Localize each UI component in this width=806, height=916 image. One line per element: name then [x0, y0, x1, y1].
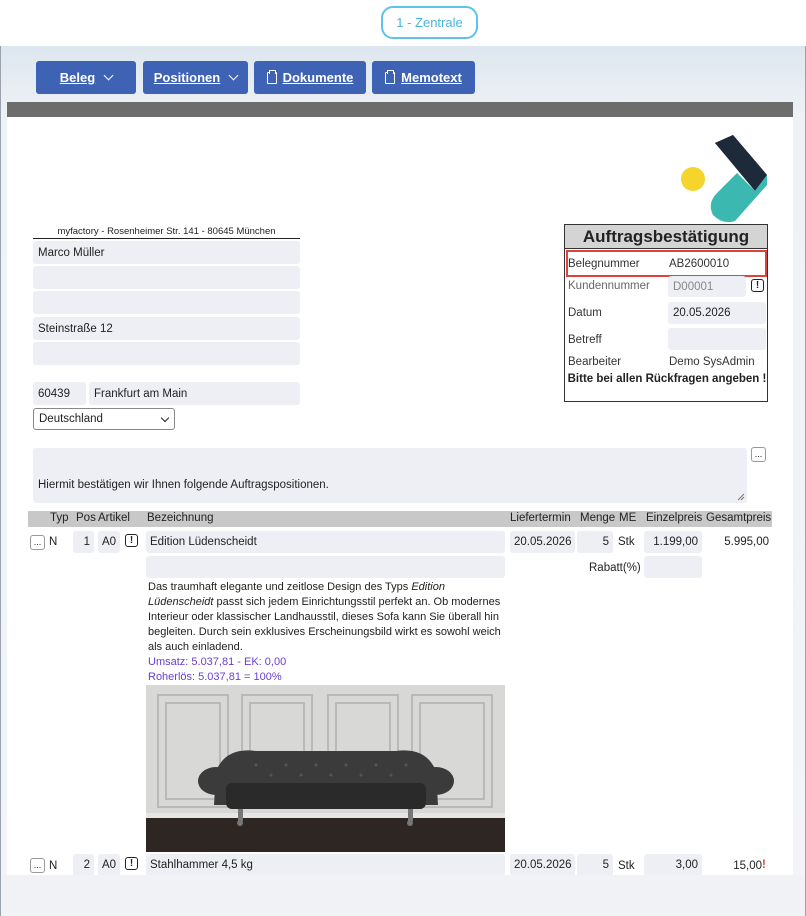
memotext-label: Memotext: [401, 70, 462, 85]
address-line2-field[interactable]: [33, 266, 300, 289]
rohertrag-info: Roherlös: 5.037,81 = 100%: [148, 671, 282, 683]
dokumente-button[interactable]: Dokumente: [254, 61, 366, 94]
memotext-button[interactable]: Memotext: [372, 61, 475, 94]
col-artikel: Artikel: [98, 512, 130, 524]
datum-field[interactable]: 20.05.2026: [668, 302, 766, 324]
row-bezeichnung-field[interactable]: Stahlhammer 4,5 kg: [146, 854, 505, 875]
chevron-down-icon: [103, 70, 114, 81]
row-gesamtpreis: 5.995,00: [724, 536, 769, 548]
row-menge-field[interactable]: 5: [577, 854, 613, 875]
row-me: Stk: [618, 536, 635, 548]
row-artikel-field[interactable]: A0: [98, 854, 120, 875]
row-gesamtpreis: 15,00: [733, 860, 762, 872]
col-bezeichnung: Bezeichnung: [147, 512, 214, 524]
row-zusatz-field[interactable]: [146, 556, 505, 578]
intro-textarea[interactable]: Hiermit bestätigen wir Ihnen folgende Au…: [33, 448, 747, 503]
row-menge-field[interactable]: 5: [577, 531, 613, 553]
document-type-title: Auftragsbestätigung: [565, 225, 767, 249]
col-gesamtpreis: Gesamtpreis: [706, 512, 772, 524]
row-pos-field[interactable]: 2: [73, 854, 94, 875]
country-value: Deutschland: [39, 413, 103, 425]
col-liefertermin: Liefertermin: [510, 512, 571, 524]
desc-text: Das traumhaft elegante und zeitlose Desi…: [148, 581, 412, 593]
address-line3-field[interactable]: [33, 291, 300, 314]
more-options-button[interactable]: ...: [751, 447, 766, 462]
row-artikel-field[interactable]: A0: [98, 531, 120, 553]
row-pos-field[interactable]: 1: [73, 531, 94, 553]
beleg-menu-button[interactable]: Beleg: [36, 61, 136, 94]
document-page: myfactory - Rosenheimer Str. 141 - 80645…: [7, 117, 793, 875]
datum-label: Datum: [568, 307, 602, 319]
clipboard-icon: [266, 69, 277, 84]
sender-line: myfactory - Rosenheimer Str. 141 - 80645…: [33, 226, 300, 239]
col-menge: Menge: [580, 512, 616, 524]
address-line5-field[interactable]: [33, 342, 300, 365]
kundennummer-label: Kundennummer: [568, 280, 650, 292]
kundennummer-field[interactable]: D00001: [668, 276, 746, 297]
dokumente-label: Dokumente: [282, 70, 354, 85]
row-options-button[interactable]: ...: [30, 858, 45, 873]
umsatz-info: Umsatz: 5.037,81 - EK: 0,00: [148, 656, 287, 668]
article-image: [146, 685, 505, 852]
exclamation-icon[interactable]: !: [751, 279, 764, 292]
article-description: Das traumhaft elegante und zeitlose Desi…: [148, 580, 508, 685]
company-selector[interactable]: 1 - Zentrale: [381, 6, 478, 39]
bearbeiter-label: Bearbeiter: [568, 356, 622, 368]
betreff-field[interactable]: [668, 328, 766, 350]
row-liefertermin-field[interactable]: 20.05.2026: [510, 854, 575, 875]
positions-table-header: Typ Pos Artikel Bezeichnung Liefertermin…: [28, 511, 772, 527]
col-me: ME: [619, 512, 637, 524]
warning-icon: !: [762, 859, 766, 871]
country-select[interactable]: Deutschland: [33, 408, 175, 430]
col-pos: Pos: [76, 512, 96, 524]
address-street-field[interactable]: Steinstraße 12: [33, 317, 300, 340]
beleg-label: Beleg: [59, 70, 96, 85]
resize-grip-icon[interactable]: [737, 493, 745, 501]
intro-text: Hiermit bestätigen wir Ihnen folgende Au…: [38, 479, 329, 491]
col-typ: Typ: [50, 512, 69, 524]
row-einzelpreis-field[interactable]: 1.199,00: [644, 531, 702, 553]
bottom-strip: [1, 875, 805, 915]
document-info-box: Auftragsbestätigung Belegnummer AB260001…: [564, 224, 768, 402]
company-logo: [681, 135, 767, 223]
betreff-label: Betreff: [568, 334, 602, 346]
chevron-down-icon: [228, 70, 239, 81]
reference-note: Bitte bei allen Rückfragen angeben !: [567, 373, 767, 385]
belegnummer-label: Belegnummer: [568, 258, 640, 270]
row-bezeichnung-field[interactable]: Edition Lüdenscheidt: [146, 531, 505, 553]
city-field[interactable]: Frankfurt am Main: [89, 382, 300, 405]
positionen-label: Positionen: [153, 70, 221, 85]
row-einzelpreis-field[interactable]: 3,00: [644, 854, 702, 875]
chevron-down-icon: [160, 413, 170, 423]
exclamation-icon[interactable]: !: [125, 857, 138, 870]
row-me: Stk: [618, 860, 635, 872]
bearbeiter-value: Demo SysAdmin: [669, 356, 755, 368]
exclamation-icon[interactable]: !: [125, 534, 138, 547]
top-bar: 1 - Zentrale: [0, 0, 806, 46]
row-typ: N: [49, 536, 58, 548]
clipboard-icon: [385, 69, 396, 84]
col-einzelpreis: Einzelpreis: [646, 512, 703, 524]
document-header-bar: [7, 102, 793, 117]
address-name-field[interactable]: Marco Müller: [33, 241, 300, 264]
rabatt-field[interactable]: [644, 556, 702, 578]
row-liefertermin-field[interactable]: 20.05.2026: [510, 531, 575, 553]
positionen-menu-button[interactable]: Positionen: [143, 61, 248, 94]
row-options-button[interactable]: ...: [30, 535, 45, 550]
rabatt-label: Rabatt(%): [589, 562, 641, 574]
belegnummer-value: AB2600010: [669, 258, 730, 270]
zip-field[interactable]: 60439: [33, 382, 86, 405]
row-typ: N: [49, 860, 58, 872]
